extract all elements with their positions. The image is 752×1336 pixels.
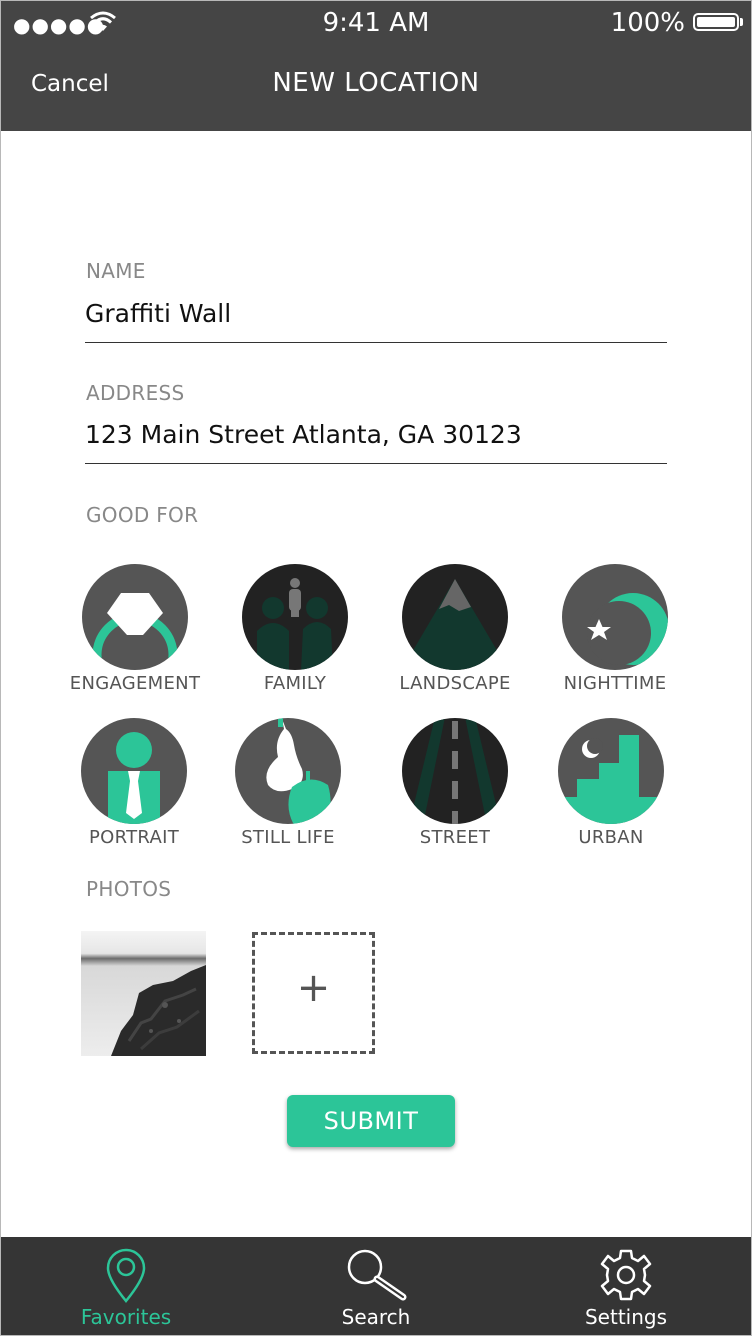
photos-label: PHOTOS [86, 877, 172, 901]
tab-favorites[interactable]: Favorites [1, 1237, 251, 1335]
city-stairs-icon [558, 718, 664, 824]
map-pin-icon [106, 1248, 146, 1303]
submit-button[interactable]: SUBMIT [287, 1095, 455, 1147]
engagement-ring-icon [82, 564, 188, 670]
family-icon [242, 564, 348, 670]
category-nighttime[interactable]: NIGHTTIME [535, 563, 695, 703]
top-bar: ●●●●● 9:41 AM 100% Cancel NEW LOCATION [1, 1, 751, 131]
category-urban[interactable]: URBAN [531, 717, 691, 857]
photo-thumbnail[interactable] [81, 931, 206, 1056]
category-label: FAMILY [263, 673, 327, 694]
moon-star-icon [562, 564, 668, 670]
tab-label: Search [341, 1305, 411, 1329]
add-photo-button[interactable]: + [252, 932, 375, 1054]
category-street[interactable]: STREET [375, 717, 535, 857]
tab-label: Settings [584, 1305, 668, 1329]
search-icon [347, 1249, 407, 1301]
battery-icon [693, 13, 739, 31]
category-engagement[interactable]: ENGAGEMENT [55, 563, 215, 703]
category-label: URBAN [578, 827, 644, 848]
page-title: NEW LOCATION [272, 68, 480, 98]
category-label: NIGHTTIME [563, 673, 667, 694]
name-field[interactable] [85, 299, 667, 343]
portrait-icon [81, 718, 187, 824]
category-portrait[interactable]: PORTRAIT [54, 717, 214, 857]
app-screen: ●●●●● 9:41 AM 100% Cancel NEW LOCATION N… [0, 0, 752, 1336]
category-label: ENGAGEMENT [69, 673, 201, 694]
road-icon [402, 718, 508, 824]
gear-icon [600, 1249, 652, 1301]
category-label: LANDSCAPE [399, 673, 511, 694]
tab-label: Favorites [80, 1305, 172, 1329]
rock-photo [81, 931, 206, 1056]
address-field[interactable] [85, 420, 667, 464]
mountain-icon [402, 564, 508, 670]
tab-settings[interactable]: Settings [501, 1237, 751, 1335]
good-for-label: GOOD FOR [86, 503, 199, 527]
battery-tip [740, 18, 743, 26]
address-label: ADDRESS [86, 381, 185, 405]
category-label: STILL LIFE [241, 827, 335, 848]
still-life-icon [235, 718, 341, 824]
tab-search[interactable]: Search [251, 1237, 501, 1335]
plus-icon: + [296, 965, 331, 1011]
name-label: NAME [86, 259, 146, 283]
category-family[interactable]: FAMILY [215, 563, 375, 703]
category-label: STREET [419, 827, 491, 848]
category-still-life[interactable]: STILL LIFE [208, 717, 368, 857]
category-landscape[interactable]: LANDSCAPE [375, 563, 535, 703]
category-label: PORTRAIT [88, 827, 179, 848]
tab-bar: Favorites Search Settings [1, 1237, 751, 1335]
battery-percentage: 100% [610, 8, 685, 38]
